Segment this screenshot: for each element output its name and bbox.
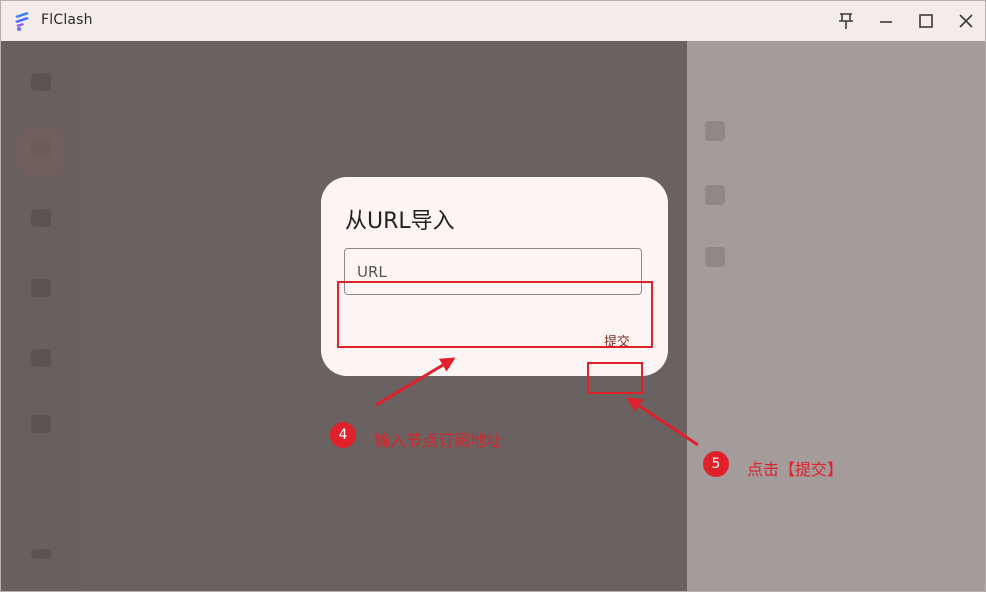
panel-option-1[interactable] (701, 111, 971, 157)
more-icon (31, 549, 51, 559)
step-4-badge: 4 (330, 422, 356, 448)
logs-icon (31, 349, 51, 367)
step-4-text: 输入节点订阅地址 (374, 431, 503, 450)
submit-highlight-box (587, 362, 643, 394)
connections-icon (31, 279, 51, 297)
rail-item-3[interactable] (23, 203, 59, 255)
home-icon (31, 73, 51, 91)
pin-button[interactable] (836, 11, 856, 31)
minimize-button[interactable] (876, 11, 896, 31)
add-profile-side-panel (687, 41, 985, 591)
file-icon (705, 185, 725, 205)
rail-item-2[interactable] (23, 133, 59, 185)
proxies-icon (31, 209, 51, 227)
rail-item-6[interactable] (23, 409, 59, 461)
close-icon (959, 14, 973, 28)
maximize-button[interactable] (916, 11, 936, 31)
navigation-rail (1, 41, 81, 591)
close-button[interactable] (956, 11, 976, 31)
qr-code-icon (705, 121, 725, 141)
cloud-icon (705, 247, 725, 267)
rail-item-5[interactable] (23, 343, 59, 395)
panel-option-2[interactable] (701, 175, 971, 221)
profiles-icon (31, 139, 51, 157)
app-window: FlClash 从URL导入 URL 提交 4 输入节点订阅地址 5 点击【提交… (0, 0, 986, 592)
dialog-title: 从URL导入 (345, 209, 455, 234)
minimize-icon (880, 21, 892, 23)
rail-item-more[interactable] (23, 541, 59, 591)
pin-icon (839, 13, 853, 29)
tools-icon (31, 415, 51, 433)
rail-item-4[interactable] (23, 273, 59, 325)
step-5-text: 点击【提交】 (747, 460, 844, 479)
url-input-highlight-box (337, 281, 653, 348)
app-logo-icon (15, 12, 29, 31)
step-5-badge: 5 (703, 451, 729, 477)
title-bar: FlClash (1, 1, 985, 41)
rail-item-1[interactable] (23, 67, 59, 119)
maximize-icon (919, 14, 933, 28)
app-title: FlClash (41, 12, 93, 28)
panel-option-3[interactable] (701, 237, 971, 283)
